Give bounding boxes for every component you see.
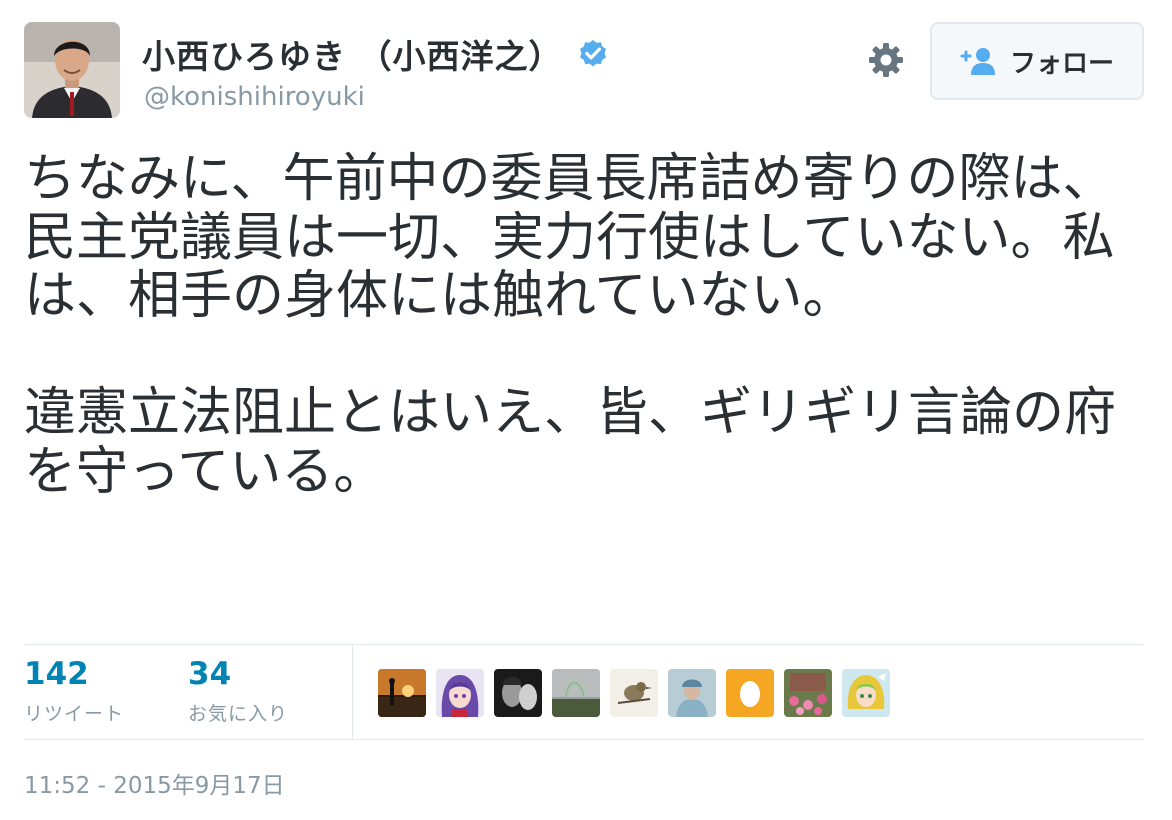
liker-avatar-3[interactable] (494, 669, 542, 717)
add-user-icon (960, 46, 998, 76)
liker-avatar-6[interactable] (668, 669, 716, 717)
default-egg-icon (726, 669, 774, 717)
retweet-count: 142 (24, 656, 89, 692)
follow-label: フォロー (1009, 48, 1114, 79)
tweet-stats: 142 リツイート 34 お気に入り (24, 644, 1144, 740)
retweet-label: リツイート (24, 703, 125, 725)
liker-avatar-4[interactable] (552, 669, 600, 717)
profile-avatar[interactable] (24, 22, 120, 118)
liker-avatar-2[interactable] (436, 669, 484, 717)
anime-green-hair-icon (842, 669, 890, 717)
monochrome-portrait-icon (494, 669, 542, 717)
verified-badge-icon (577, 38, 609, 70)
sunset-surfer-icon (378, 669, 426, 717)
retweet-stat[interactable]: 142 リツイート (24, 655, 124, 726)
person-in-cap-icon (668, 669, 716, 717)
user-handle[interactable]: @konishihiroyuki (144, 82, 365, 112)
display-name[interactable]: 小西ひろゆき （小西洋之） (142, 30, 563, 78)
follow-button[interactable]: フォロー (930, 22, 1144, 100)
anime-purple-hair-icon (436, 669, 484, 717)
tweet-text: ちなみに、午前中の委員長席詰め寄りの際は、民主党議員は一切、実力行使はしていない… (24, 149, 1117, 502)
liker-avatar-7[interactable] (726, 669, 774, 717)
rainbow-landscape-icon (552, 669, 600, 717)
bird-sketch-icon (610, 669, 658, 717)
liker-avatar-9[interactable] (842, 669, 890, 717)
liker-avatar-1[interactable] (378, 669, 426, 717)
liker-avatar-8[interactable] (784, 669, 832, 717)
liker-avatars (378, 669, 900, 717)
user-name-row[interactable]: 小西ひろゆき （小西洋之） (142, 30, 609, 78)
gear-icon[interactable] (866, 40, 906, 80)
stats-divider (352, 645, 353, 740)
flower-garden-icon (784, 669, 832, 717)
like-label: お気に入り (188, 703, 289, 725)
like-count: 34 (188, 656, 232, 692)
tweet-timestamp[interactable]: 11:52 - 2015年9月17日 (24, 766, 285, 800)
like-stat[interactable]: 34 お気に入り (188, 655, 288, 726)
liker-avatar-5[interactable] (610, 669, 658, 717)
profile-photo-icon (24, 22, 120, 118)
